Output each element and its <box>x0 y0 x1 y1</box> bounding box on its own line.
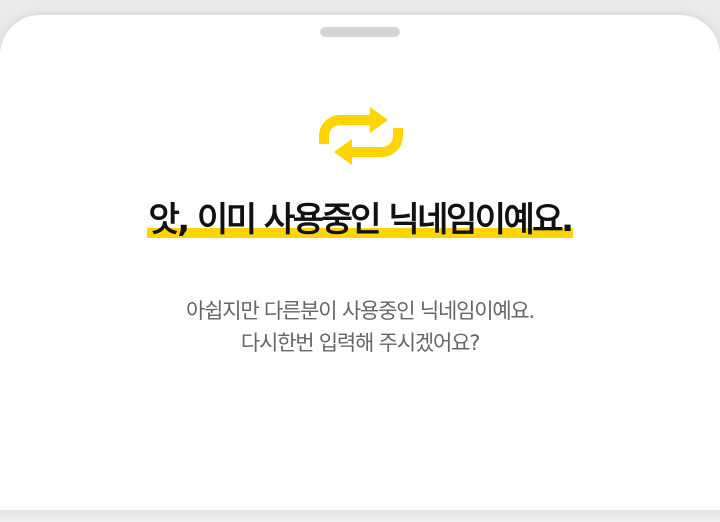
dialog-title: 앗, 이미 사용중인 닉네임이예요. <box>146 198 574 242</box>
message-line-1: 아쉽지만 다른분이 사용중인 닉네임이예요. <box>185 299 535 323</box>
repeat-arrows-icon <box>319 107 403 165</box>
message-line-2: 다시한번 입력해 주시겠어요? <box>240 331 481 355</box>
dialog-message: 아쉽지만 다른분이 사용중인 닉네임이예요. 다시한번 입력해 주시겠어요? <box>0 295 720 359</box>
title-container: 앗, 이미 사용중인 닉네임이예요. <box>0 198 720 242</box>
bottom-sheet-dialog: 앗, 이미 사용중인 닉네임이예요. 아쉽지만 다른분이 사용중인 닉네임이예요… <box>0 15 720 510</box>
drag-handle[interactable] <box>320 27 400 37</box>
sheet-bottom-edge <box>0 510 720 522</box>
